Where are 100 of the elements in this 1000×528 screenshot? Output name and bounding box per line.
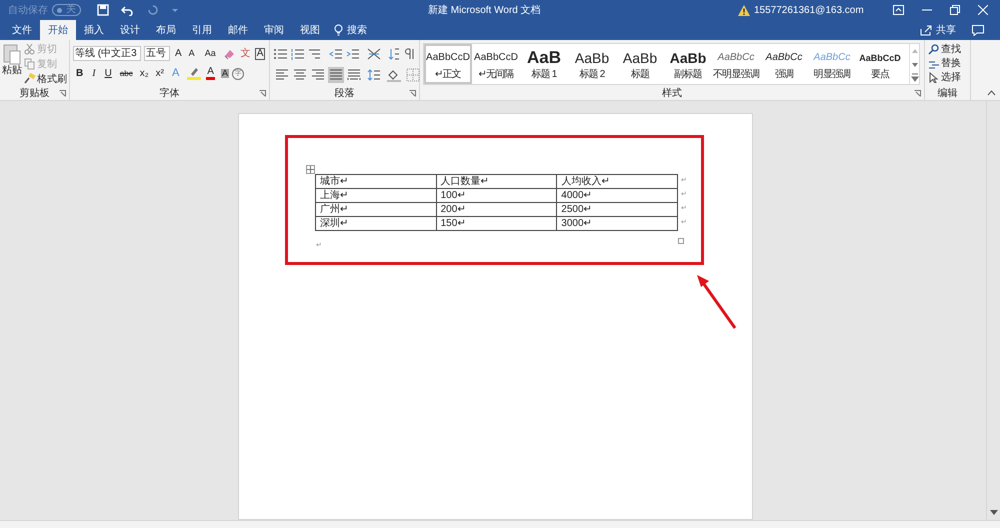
style-item[interactable]: AaB 标题 1 [520,44,568,84]
sort-icon[interactable] [388,48,400,60]
style-item[interactable]: AaBbCcD ↵无间隔 [472,44,520,84]
character-border-button[interactable]: A [254,48,266,60]
style-item[interactable]: AaBb 副标题 [664,44,712,84]
table-move-handle[interactable] [306,165,315,174]
vertical-scrollbar[interactable] [986,101,1000,520]
restore-icon[interactable] [950,5,960,15]
table-cell: 100↵ [436,188,557,202]
group-label: 段落 [334,88,354,98]
borders-icon[interactable] [406,68,420,82]
group-label: 字体 [160,88,180,98]
brush-icon [24,73,36,85]
share-icon [920,24,932,36]
find-button[interactable]: 查找 [928,42,961,56]
ribbon-tab[interactable]: 邮件 [220,20,256,40]
autosave-label: 自动保存 [8,4,48,18]
dialog-launcher-icon[interactable] [409,90,416,97]
ribbon-tab[interactable]: 文件 [4,20,40,40]
increase-indent-icon[interactable] [346,48,360,60]
comment-icon[interactable] [972,24,984,36]
ribbon-tab[interactable]: 设计 [112,20,148,40]
table-cell: 150↵ [436,216,557,230]
justify-icon[interactable] [328,67,344,83]
style-item[interactable]: AaBb 标题 [616,44,664,84]
style-item[interactable]: AaBb 标题 2 [568,44,616,84]
dialog-launcher-icon[interactable] [914,90,921,97]
format-painter-button[interactable]: 格式刷 [24,72,67,86]
change-case-button[interactable]: Aa [202,49,218,58]
dialog-launcher-icon[interactable] [59,90,66,97]
table-cell: 3000↵ [556,216,678,230]
redo-icon[interactable] [147,4,159,16]
group-label: 编辑 [938,88,958,98]
move-icon [307,166,314,173]
save-icon[interactable] [97,4,109,16]
more-styles-icon[interactable] [910,72,920,84]
table-cell: 人均收入↵ [556,174,678,188]
table-cell: 200↵ [436,202,557,216]
character-shading-button[interactable]: A [220,69,229,78]
bullets-icon[interactable] [274,48,288,60]
paste-button[interactable]: 粘贴 [0,40,24,87]
asian-layout-icon[interactable] [367,48,381,60]
table-cell: 4000↵ [556,188,678,202]
font-color-button[interactable]: A [206,67,215,80]
clear-formatting-icon[interactable] [222,48,235,60]
scissors-icon [24,43,36,55]
table-cell: 城市↵ [316,174,436,188]
bold-button[interactable]: B [73,68,86,78]
underline-button[interactable]: U [102,68,115,78]
numbering-icon[interactable] [291,48,305,60]
table-cell: 人口数量↵ [436,174,557,188]
ribbon-tab[interactable]: 布局 [148,20,184,40]
phonetic-guide-button[interactable]: 文 [240,48,252,58]
strikethrough-button[interactable]: abc [118,70,135,78]
ribbon-display-icon[interactable] [893,5,904,15]
subscript-button[interactable]: x₂ [138,68,151,78]
style-item[interactable]: AaBbCc 强调 [760,44,808,84]
shrink-font-button[interactable]: A [186,49,197,58]
undo-icon[interactable] [121,4,135,16]
distribute-icon[interactable] [346,67,362,83]
clipboard-icon [3,43,21,65]
highlight-icon[interactable] [187,67,202,80]
table-cell: 深圳↵ [316,216,436,230]
table-cell: 广州↵ [316,202,436,216]
line-spacing-icon[interactable] [367,68,381,82]
ribbon-tab[interactable]: 引用 [184,20,220,40]
select-button[interactable]: 选择 [928,70,961,84]
warning-icon [738,4,750,16]
table-cell: 2500↵ [556,202,678,216]
ribbon-tab[interactable]: 视图 [292,20,328,40]
cursor-icon [928,72,939,82]
ribbon-tab[interactable]: 开始 [40,20,76,40]
decrease-indent-icon[interactable] [329,48,343,60]
search-button[interactable]: 搜索 [328,20,373,40]
superscript-button[interactable]: x² [154,68,166,78]
share-button[interactable]: 共享 [920,22,956,38]
style-item[interactable]: AaBbCcD ↵正文 [424,44,472,84]
group-label: 样式 [662,88,682,98]
multilevel-list-icon[interactable] [308,48,322,60]
collapse-ribbon-icon[interactable] [987,90,996,96]
ribbon-tab[interactable]: 审阅 [256,20,292,40]
grow-font-button[interactable]: A [173,48,184,58]
window-title: 新建 Microsoft Word 文档 [428,4,542,18]
style-item[interactable]: AaBbCc 明显强调 [808,44,856,84]
scroll-down-icon[interactable] [989,508,999,516]
shading-icon[interactable] [386,68,402,82]
style-item[interactable]: AaBbCc 不明显强调 [712,44,760,84]
arrow-drawing [695,272,739,332]
font-size-dropdown[interactable]: 五号 [144,46,170,61]
dialog-launcher-icon[interactable] [259,90,266,97]
font-name-dropdown[interactable]: 等线 (中文正3 [73,46,141,61]
table-resize-handle[interactable] [678,238,684,244]
pilcrow-icon[interactable] [403,48,415,60]
style-item[interactable]: AaBbCcD 要点 [856,44,904,84]
replace-button[interactable]: 替换 [928,56,961,70]
account-name[interactable]: 15577261361@163.com [754,2,864,18]
italic-button[interactable]: I [89,68,99,78]
close-icon[interactable] [978,5,988,15]
table-cell: 上海↵ [316,188,436,202]
ribbon-tab[interactable]: 插入 [76,20,112,40]
